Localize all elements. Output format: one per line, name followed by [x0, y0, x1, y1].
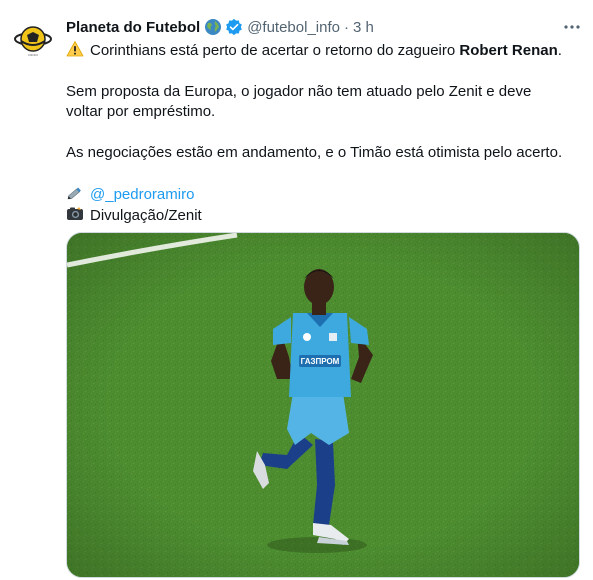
paragraph-2-line-2: voltar por empréstimo. — [66, 103, 216, 120]
more-options-button[interactable] — [559, 14, 585, 40]
tweet-card[interactable]: ••••••• Planeta do Futebol @futebol_info… — [0, 0, 593, 580]
photo-credit-text: Divulgação/Zenit — [90, 207, 202, 224]
tweet-text: Corinthians está perto de acertar o reto… — [66, 40, 578, 226]
paragraph-3: As negociações estão em andamento, e o T… — [66, 144, 563, 161]
more-options-icon — [564, 25, 580, 29]
author-credit-line: @_pedroramiro — [66, 184, 578, 205]
profile-avatar[interactable]: ••••••• — [12, 18, 54, 60]
planeta-logo-icon: ••••••• — [14, 26, 52, 57]
camera-icon — [66, 205, 84, 223]
globe-icon — [204, 18, 222, 36]
svg-text:ГАЗПРОМ: ГАЗПРОМ — [301, 357, 340, 366]
timestamp[interactable]: 3 h — [353, 19, 374, 36]
tweet-header: Planeta do Futebol @futebol_info · 3 h — [66, 15, 581, 39]
headline-text: Corinthians está perto de acertar o reto… — [90, 42, 460, 59]
headline-line: Corinthians está perto de acertar o reto… — [66, 40, 578, 61]
svg-text:•••••••: ••••••• — [28, 52, 38, 57]
display-name[interactable]: Planeta do Futebol — [66, 19, 200, 36]
photo-credit-line: Divulgação/Zenit — [66, 205, 578, 226]
separator-dot: · — [343, 18, 349, 36]
warning-icon — [66, 40, 84, 58]
verified-badge-icon[interactable] — [225, 18, 243, 36]
player-name: Robert Renan — [459, 42, 558, 59]
pen-icon — [66, 184, 84, 202]
user-handle[interactable]: @futebol_info — [247, 19, 340, 36]
tweet-photo[interactable]: ГАЗПРОМ — [66, 232, 580, 578]
football-player-photo: ГАЗПРОМ — [67, 233, 579, 577]
paragraph-2-line-1: Sem proposta da Europa, o jogador não te… — [66, 83, 532, 100]
author-mention-link[interactable]: @_pedroramiro — [90, 186, 194, 203]
headline-period: . — [557, 42, 562, 59]
